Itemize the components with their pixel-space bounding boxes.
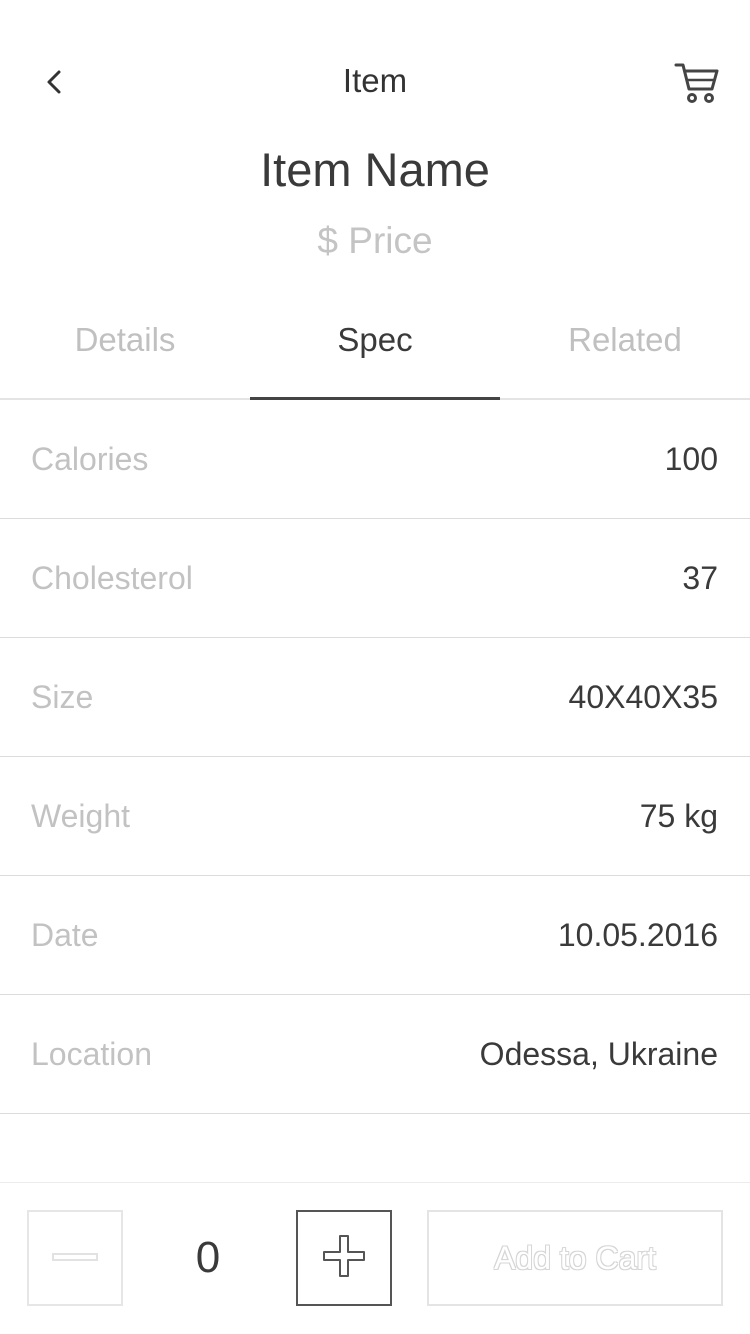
- spec-label: Location: [31, 1035, 152, 1072]
- cart-icon: [674, 61, 720, 110]
- tab-bar: Details Spec Related: [0, 300, 750, 400]
- tab-spec[interactable]: Spec: [250, 300, 500, 400]
- spec-value: 40X40X35: [568, 678, 718, 715]
- spec-label: Calories: [31, 440, 149, 477]
- tab-details[interactable]: Details: [0, 300, 250, 398]
- bottom-bar: 0 Add to Cart: [0, 1182, 750, 1334]
- spec-value: 10.05.2016: [557, 916, 718, 953]
- add-to-cart-button[interactable]: Add to Cart: [427, 1210, 723, 1306]
- increase-quantity-button[interactable]: [296, 1210, 392, 1306]
- spec-value: 37: [682, 559, 718, 596]
- item-name: Item Name: [260, 143, 490, 196]
- cart-button[interactable]: [672, 60, 722, 110]
- spec-row-weight: Weight 75 kg: [0, 757, 750, 876]
- spec-label: Size: [31, 678, 94, 715]
- minus-icon: [52, 1249, 98, 1267]
- decrease-quantity-button[interactable]: [27, 1210, 123, 1306]
- spec-row-location: Location Odessa, Ukraine: [0, 995, 750, 1114]
- spec-row-date: Date 10.05.2016: [0, 876, 750, 995]
- spec-value: 100: [664, 440, 718, 477]
- spec-row-calories: Calories 100: [0, 400, 750, 519]
- quantity-value: 0: [195, 1233, 221, 1282]
- nav-bar: Item: [0, 40, 750, 122]
- spec-label: Date: [31, 916, 99, 953]
- spec-label: Weight: [31, 797, 131, 834]
- spec-list: Calories 100 Cholesterol 37 Size 40X40X3…: [0, 400, 750, 1114]
- spec-label: Cholesterol: [31, 559, 193, 596]
- spec-row-cholesterol: Cholesterol 37: [0, 519, 750, 638]
- spec-value: Odessa, Ukraine: [479, 1035, 718, 1072]
- nav-title: Item: [342, 62, 408, 99]
- plus-icon: [320, 1232, 368, 1285]
- spec-row-size: Size 40X40X35: [0, 638, 750, 757]
- item-price: $ Price: [317, 220, 433, 261]
- spec-value: 75 kg: [639, 797, 718, 834]
- tab-related[interactable]: Related: [500, 300, 750, 398]
